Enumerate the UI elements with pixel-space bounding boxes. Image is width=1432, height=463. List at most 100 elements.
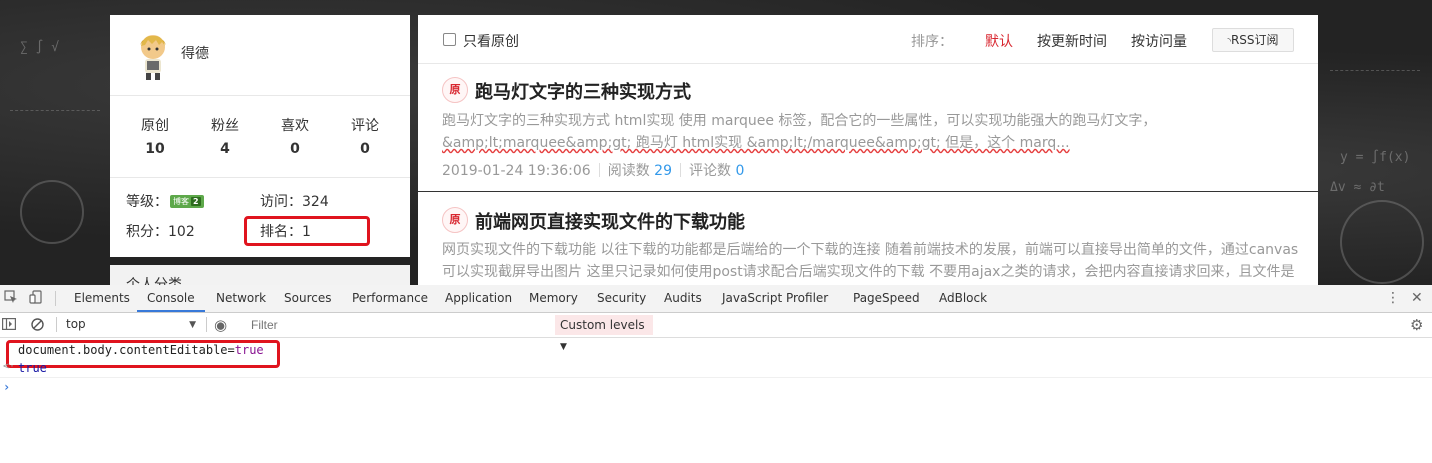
article-item: 原 前端网页直接实现文件的下载功能 网页实现文件的下载功能 以往下载的功能都是后… <box>418 192 1318 285</box>
article-desc-line: 可以实现截屏导出图片 这里只记录如何使用post请求配合后端实现文件的下载 不要… <box>442 264 1295 280</box>
level-badge[interactable]: 博客 2 <box>170 195 204 208</box>
rank-highlight-box <box>244 216 370 246</box>
article-item: 原 跑马灯文字的三种实现方式 跑马灯文字的三种实现方式 html实现 使用 ma… <box>418 64 1318 192</box>
tab-memory[interactable]: Memory <box>529 285 578 312</box>
divider <box>110 177 410 178</box>
context-value: top <box>66 317 86 331</box>
visits-value: 324 <box>302 194 329 210</box>
gear-icon[interactable]: ⚙ <box>1410 313 1423 337</box>
result-arrow-icon: <· <box>3 361 16 372</box>
tab-separator <box>55 291 56 306</box>
article-title[interactable]: 跑马灯文字的三种实现方式 <box>475 78 691 104</box>
chalk-doodle <box>1340 200 1424 284</box>
stat-label: 评论 <box>351 118 379 134</box>
log-levels-label: Custom levels <box>560 318 645 332</box>
tab-audits[interactable]: Audits <box>664 285 702 312</box>
avatar[interactable] <box>132 31 174 81</box>
tab-network[interactable]: Network <box>216 285 266 312</box>
points-label: 积分： <box>126 224 168 240</box>
article-desc-line: &amp;lt;marquee&amp;gt; 跑马灯 html实现 &amp;… <box>442 135 1070 151</box>
console-prompt-line[interactable]: › <box>0 380 1432 396</box>
meta-separator <box>598 163 600 177</box>
reads-count: 29 <box>654 163 672 179</box>
devtools-panel: Elements Console Network Sources Perform… <box>0 285 1432 463</box>
article-title[interactable]: 前端网页直接实现文件的下载功能 <box>475 208 745 234</box>
toolbar-separator <box>206 317 207 332</box>
meta-separator <box>679 163 681 177</box>
points-info: 积分：102 <box>126 221 195 241</box>
console-result[interactable]: true <box>18 361 47 375</box>
tab-sources[interactable]: Sources <box>284 285 331 312</box>
category-panel: 个人分类 <box>110 265 410 293</box>
context-select[interactable]: top ▼ <box>66 317 196 333</box>
stat-value: 4 <box>220 141 230 157</box>
article-desc-line: 网页实现文件的下载功能 以往下载的功能都是后端给的一个下载的连接 随着前端技术的… <box>442 242 1299 258</box>
stat-likes[interactable]: 喜欢 0 <box>260 115 330 157</box>
stat-label: 原创 <box>141 118 169 134</box>
chalk-doodle <box>1330 70 1420 71</box>
stat-value: 0 <box>360 141 370 157</box>
tab-adblock[interactable]: AdBlock <box>939 285 987 312</box>
visits-label: 访问： <box>260 194 302 210</box>
chalk-doodle <box>20 180 84 244</box>
stat-fans[interactable]: 粉丝 4 <box>190 115 260 157</box>
level-info: 等级： 博客 2 <box>126 191 204 211</box>
tab-pagespeed[interactable]: PageSpeed <box>853 285 920 312</box>
comments-label: 评论数 <box>688 163 731 179</box>
article-meta: 2019-01-24 19:36:06 阅读数 29 评论数 0 <box>442 160 744 180</box>
profile-card: 得德 原创 10 粉丝 4 喜欢 0 评论 0 等级： 博客 2 访问：324 积分… <box>110 15 410 257</box>
tab-elements[interactable]: Elements <box>74 285 130 312</box>
stat-label: 喜欢 <box>281 118 309 134</box>
article-desc: 网页实现文件的下载功能 以往下载的功能都是后端给的一个下载的连接 随着前端技术的… <box>442 239 1302 283</box>
only-original-label[interactable]: 只看原创 <box>463 31 519 51</box>
sort-label: 排序： <box>911 34 953 50</box>
level-badge-text: 博客 <box>173 197 189 206</box>
rss-label: RSS订阅 <box>1230 33 1279 47</box>
sort-views-link[interactable]: 按访问量 <box>1131 31 1187 51</box>
chalk-doodle: ∑ ∫ √ <box>20 40 60 55</box>
stat-value: 10 <box>145 141 165 157</box>
level-number: 2 <box>191 197 201 206</box>
original-badge: 原 <box>442 207 468 233</box>
log-levels-dropdown[interactable]: Custom levels ▼ <box>555 315 653 352</box>
clear-console-icon[interactable] <box>31 313 44 337</box>
tab-performance[interactable]: Performance <box>352 285 428 312</box>
tab-security[interactable]: Security <box>597 285 646 312</box>
level-label: 等级： <box>126 194 168 210</box>
visits-info: 访问：324 <box>260 191 329 211</box>
points-value: 102 <box>168 224 195 240</box>
article-date: 2019-01-24 19:36:06 <box>442 163 591 179</box>
article-desc: 跑马灯文字的三种实现方式 html实现 使用 marquee 标签，配合它的一些… <box>442 110 1302 154</box>
tab-application[interactable]: Application <box>445 285 512 312</box>
comments-count: 0 <box>735 163 745 179</box>
more-options-icon[interactable]: ⋮ <box>1386 285 1400 312</box>
dropdown-arrow-icon: ▼ <box>189 320 196 330</box>
sidebar-toggle-icon[interactable] <box>2 313 17 337</box>
console-filter-input[interactable] <box>244 315 552 335</box>
sort-default-link[interactable]: 默认 <box>985 31 1013 51</box>
rss-button[interactable]: ◝RSS订阅 <box>1212 28 1294 52</box>
inspect-element-icon[interactable] <box>4 285 18 312</box>
list-toolbar: 只看原创 排序： 默认 按更新时间 按访问量 ◝RSS订阅 <box>418 15 1318 64</box>
divider <box>110 95 410 96</box>
sort-updated-link[interactable]: 按更新时间 <box>1037 31 1107 51</box>
device-toolbar-icon[interactable] <box>29 285 43 312</box>
article-list: 只看原创 排序： 默认 按更新时间 按访问量 ◝RSS订阅 原 跑马灯文字的三种… <box>418 15 1318 285</box>
chalk-doodle: y = ∫f(x) <box>1340 150 1411 165</box>
toolbar-separator <box>56 317 57 332</box>
devtools-tabbar: Elements Console Network Sources Perform… <box>0 285 1432 313</box>
stat-original[interactable]: 原创 10 <box>120 115 190 157</box>
article-desc-line: 跑马灯文字的三种实现方式 html实现 使用 marquee 标签，配合它的一些… <box>442 113 1157 129</box>
stat-value: 0 <box>290 141 300 157</box>
profile-name[interactable]: 得德 <box>181 43 209 63</box>
reads-label: 阅读数 <box>607 163 650 179</box>
original-badge: 原 <box>442 77 468 103</box>
chalk-doodle: Δv ≈ ∂t <box>1330 180 1385 195</box>
eye-icon[interactable]: ◉ <box>214 313 227 337</box>
tab-console[interactable]: Console <box>137 285 205 312</box>
avatar-icon <box>140 35 166 80</box>
only-original-checkbox[interactable] <box>443 33 456 46</box>
close-icon[interactable]: ✕ <box>1411 285 1423 312</box>
tab-javascript-profiler[interactable]: JavaScript Profiler <box>722 285 828 312</box>
stat-comments[interactable]: 评论 0 <box>330 115 400 157</box>
